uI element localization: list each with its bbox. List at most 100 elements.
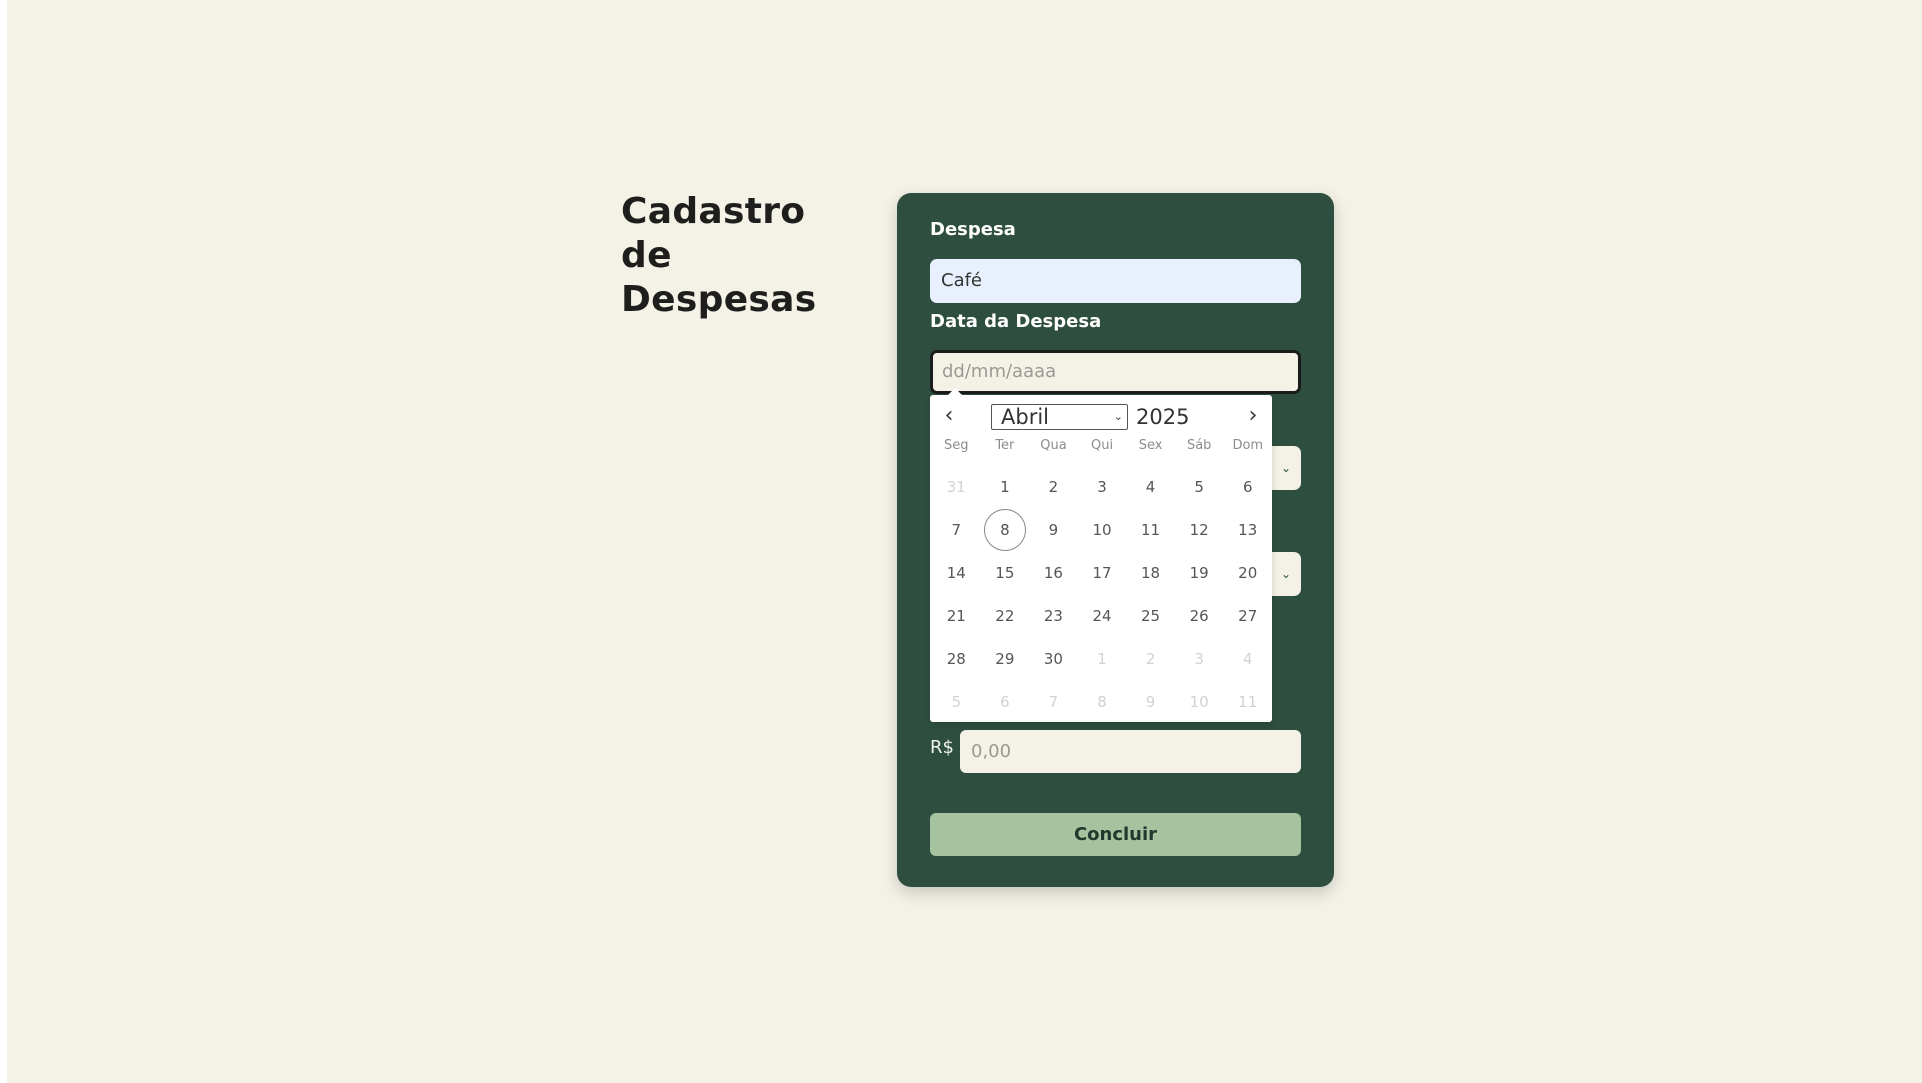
concluir-button[interactable]: Concluir <box>930 813 1301 856</box>
payment-select[interactable]: ⌄ <box>1271 552 1301 596</box>
calendar-day[interactable]: 7 <box>932 508 981 551</box>
chevron-down-icon: ⌄ <box>1280 567 1292 581</box>
calendar-day-label: 4 <box>1145 477 1156 496</box>
calendar-day[interactable]: 5 <box>932 680 981 723</box>
month-select-value: Abril <box>1001 405 1049 429</box>
page-title: Cadastro de Despesas <box>621 190 816 322</box>
calendar-day[interactable]: 15 <box>981 551 1030 594</box>
calendar-day[interactable]: 26 <box>1175 594 1224 637</box>
calendar-day[interactable]: 6 <box>1223 465 1272 508</box>
calendar-day[interactable]: 8 <box>1078 680 1127 723</box>
calendar-day-label: 13 <box>1238 520 1258 539</box>
calendar-day[interactable]: 2 <box>1029 465 1078 508</box>
calendar-day[interactable]: 11 <box>1126 508 1175 551</box>
calendar-day-label: 16 <box>1043 563 1063 582</box>
calendar-day-label: 2 <box>1048 477 1059 496</box>
calendar-day[interactable]: 28 <box>932 637 981 680</box>
calendar-day-label: 10 <box>1189 692 1209 711</box>
calendar-day-label: 3 <box>1097 477 1107 496</box>
calendar-day-label: 29 <box>995 649 1015 668</box>
calendar-day[interactable]: 4 <box>1223 637 1272 680</box>
day-grid: 31 1 2 3 4 5 6 7 8 9 10 11 12 13 14 15 16 17 18 19 20 21 22 23 2… <box>932 465 1272 723</box>
calendar-day[interactable]: 1 <box>981 465 1030 508</box>
calendar-day-label: 23 <box>1043 606 1063 625</box>
calendar-day-label: 6 <box>1000 692 1010 711</box>
calendar-day-label: 27 <box>1238 606 1258 625</box>
chevron-left-icon[interactable]: ‹ <box>936 403 962 429</box>
calendar-day[interactable]: 27 <box>1223 594 1272 637</box>
data-despesa-input[interactable]: dd/mm/aaaa <box>930 350 1301 394</box>
calendar-day[interactable]: 10 <box>1175 680 1224 723</box>
calendar-day[interactable]: 25 <box>1126 594 1175 637</box>
calendar-day-label: 2 <box>1145 649 1156 668</box>
calendar-day-label: 30 <box>1043 649 1063 668</box>
calendar-day[interactable]: 5 <box>1175 465 1224 508</box>
calendar-day-label: 17 <box>1092 563 1112 582</box>
calendar-day-label: 8 <box>1097 692 1107 711</box>
calendar-day-label: 3 <box>1194 649 1204 668</box>
category-select[interactable]: ⌄ <box>1271 446 1301 490</box>
calendar-day-label: 1 <box>1097 649 1107 668</box>
calendar-day[interactable]: 24 <box>1078 594 1127 637</box>
year-input[interactable]: 2025 <box>1136 404 1189 430</box>
weekday-label: Qua <box>1040 438 1067 453</box>
weekday-header: Seg Ter Qua Qui Sex Sáb Dom <box>932 438 1272 456</box>
calendar-day[interactable]: 10 <box>1078 508 1127 551</box>
weekday-label: Sex <box>1138 438 1163 453</box>
calendar-day[interactable]: 6 <box>981 680 1030 723</box>
calendar-day-label: 8 <box>983 508 1026 551</box>
calendar-day[interactable]: 1 <box>1078 637 1127 680</box>
calendar-day-today[interactable]: 8 <box>981 508 1030 551</box>
month-select[interactable]: Abril ⌄ <box>991 404 1128 430</box>
chevron-right-icon[interactable]: › <box>1240 403 1266 429</box>
calendar-day[interactable]: 16 <box>1029 551 1078 594</box>
calendar-day[interactable]: 14 <box>932 551 981 594</box>
calendar-day[interactable]: 4 <box>1126 465 1175 508</box>
calendar-day[interactable]: 9 <box>1029 508 1078 551</box>
calendar-day-label: 11 <box>1141 520 1161 539</box>
weekday-label: Sáb <box>1186 438 1212 453</box>
calendar-day-label: 10 <box>1092 520 1112 539</box>
page-title-line: de <box>621 235 672 276</box>
calendar-day-label: 12 <box>1189 520 1209 539</box>
weekday-label: Qui <box>1090 438 1114 453</box>
data-despesa-label: Data da Despesa <box>930 311 1102 332</box>
calendar-day-label: 19 <box>1189 563 1209 582</box>
calendar-day[interactable]: 22 <box>981 594 1030 637</box>
calendar-day[interactable]: 20 <box>1223 551 1272 594</box>
calendar-day[interactable]: 12 <box>1175 508 1224 551</box>
weekday-label: Dom <box>1232 438 1264 453</box>
chevron-down-icon: ⌄ <box>1280 461 1292 475</box>
calendar-day[interactable]: 3 <box>1175 637 1224 680</box>
calendar-day-label: 18 <box>1141 563 1161 582</box>
calendar-day[interactable]: 18 <box>1126 551 1175 594</box>
calendar-day[interactable]: 31 <box>932 465 981 508</box>
calendar-day[interactable]: 7 <box>1029 680 1078 723</box>
calendar-day-label: 28 <box>946 649 966 668</box>
page-background: Cadastro de Despesas Despesa Café Data d… <box>7 0 1922 1083</box>
calendar-day-label: 20 <box>1238 563 1258 582</box>
calendar-day[interactable]: 21 <box>932 594 981 637</box>
calendar-day[interactable]: 13 <box>1223 508 1272 551</box>
chevron-down-icon: ⌄ <box>1113 410 1123 423</box>
calendar-day[interactable]: 23 <box>1029 594 1078 637</box>
calendar-day[interactable]: 17 <box>1078 551 1127 594</box>
calendar-day-label: 5 <box>1194 477 1204 496</box>
valor-input[interactable]: 0,00 <box>960 730 1301 773</box>
despesa-input[interactable]: Café <box>930 259 1301 303</box>
calendar-day[interactable]: 11 <box>1223 680 1272 723</box>
calendar-day-label: 26 <box>1189 606 1209 625</box>
calendar-day[interactable]: 29 <box>981 637 1030 680</box>
calendar-day[interactable]: 2 <box>1126 637 1175 680</box>
calendar-day-label: 21 <box>946 606 966 625</box>
despesa-label: Despesa <box>930 219 1016 240</box>
calendar-day-label: 15 <box>995 563 1015 582</box>
calendar-day[interactable]: 19 <box>1175 551 1224 594</box>
calendar-day[interactable]: 30 <box>1029 637 1078 680</box>
calendar-day-label: 9 <box>1145 692 1156 711</box>
calendar-day[interactable]: 9 <box>1126 680 1175 723</box>
calendar-day-label: 22 <box>995 606 1015 625</box>
calendar-day-label: 14 <box>946 563 966 582</box>
calendar-day[interactable]: 3 <box>1078 465 1127 508</box>
calendar-day-label: 7 <box>951 520 962 539</box>
